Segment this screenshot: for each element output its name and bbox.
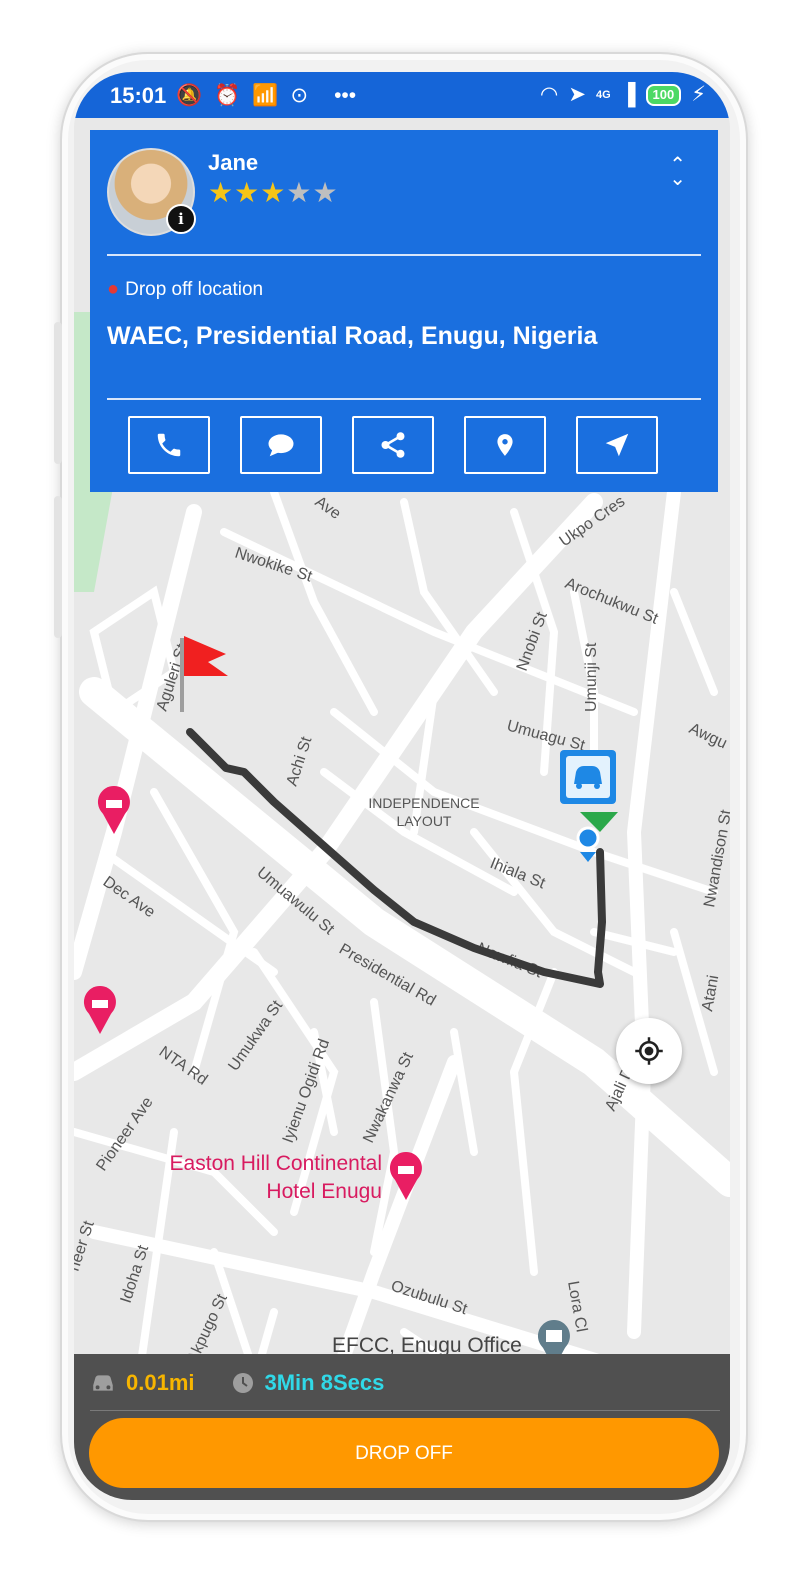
action-buttons	[128, 416, 658, 474]
star-filled-icon: ★	[260, 177, 287, 208]
location-icon: ⊙	[290, 84, 309, 107]
divider	[107, 254, 701, 256]
screen: Nwokike St Ave Ukpo Cres Arochukwu St Nn…	[74, 72, 730, 1500]
location-pin-icon: ●	[107, 278, 120, 300]
drop-off-address: WAEC, Presidential Road, Enugu, Nigeria	[107, 322, 598, 350]
eta-value: 3Min 8Secs	[264, 1370, 385, 1395]
crosshair-icon	[635, 1037, 663, 1065]
rating-stars: ★★★★★	[208, 176, 339, 209]
wifi-hotspot-icon: 📶	[252, 83, 279, 107]
network-type: 4G	[595, 88, 611, 101]
divider	[107, 398, 701, 400]
my-location-button[interactable]	[616, 1018, 682, 1084]
info-icon[interactable]: i	[166, 204, 196, 234]
driver-name: Jane	[208, 150, 259, 175]
clock-icon	[232, 1373, 253, 1393]
chat-icon	[268, 434, 294, 457]
alarm-icon: ⏰	[214, 83, 241, 107]
star-filled-icon: ★	[234, 177, 261, 208]
trip-bottom-bar: 0.01mi 3Min 8Secs DROP OFF	[74, 1354, 730, 1500]
drop-off-button[interactable]: DROP OFF	[89, 1418, 719, 1488]
drop-off-label: ● Drop off location	[107, 278, 263, 301]
phone-icon	[157, 433, 181, 457]
call-button[interactable]	[128, 416, 210, 474]
message-button[interactable]	[240, 416, 322, 474]
distance-value: 0.01mi	[126, 1370, 195, 1395]
location-button[interactable]	[464, 416, 546, 474]
star-filled-icon: ★	[208, 177, 235, 208]
wifi-icon: ◠	[540, 83, 559, 106]
drop-off-label-text: Drop off location	[125, 278, 264, 300]
navigate-icon	[605, 433, 629, 457]
neighbourhood-label: INDEPENDENCE	[368, 795, 479, 811]
more-icon: •••	[334, 83, 357, 107]
street-label: Umunji St	[583, 642, 600, 712]
power-button	[54, 496, 62, 638]
navigate-button[interactable]	[576, 416, 658, 474]
volume-button	[54, 322, 62, 464]
neighbourhood-label: LAYOUT	[397, 813, 452, 829]
hotel-label: Easton Hill Continental	[170, 1152, 382, 1175]
navigation-icon: ➤	[568, 83, 586, 106]
location-pin-icon	[497, 434, 513, 456]
charging-icon: ⚡	[691, 83, 706, 106]
status-time: 15:01	[110, 83, 167, 108]
battery-indicator: 100	[645, 83, 682, 106]
expand-collapse-icon[interactable]: ⌃ ⌄	[669, 155, 686, 189]
star-empty-icon: ★	[286, 177, 313, 208]
star-empty-icon: ★	[312, 177, 339, 208]
share-button[interactable]	[352, 416, 434, 474]
car-icon	[93, 1375, 113, 1391]
share-icon	[381, 432, 405, 458]
trip-info-card: i Jane ★★★★★ ⌃ ⌄ ● Drop off location WAEC…	[90, 130, 718, 492]
status-bar: 15:01 🔕 ⏰ 📶 ⊙ ••• ◠ ➤ 4G ▐ 100 ⚡	[74, 72, 730, 118]
hotel-label: Hotel Enugu	[266, 1180, 382, 1203]
mute-notifications-icon: 🔕	[176, 83, 203, 107]
signal-icon: ▐	[620, 82, 636, 106]
divider	[90, 1410, 720, 1411]
